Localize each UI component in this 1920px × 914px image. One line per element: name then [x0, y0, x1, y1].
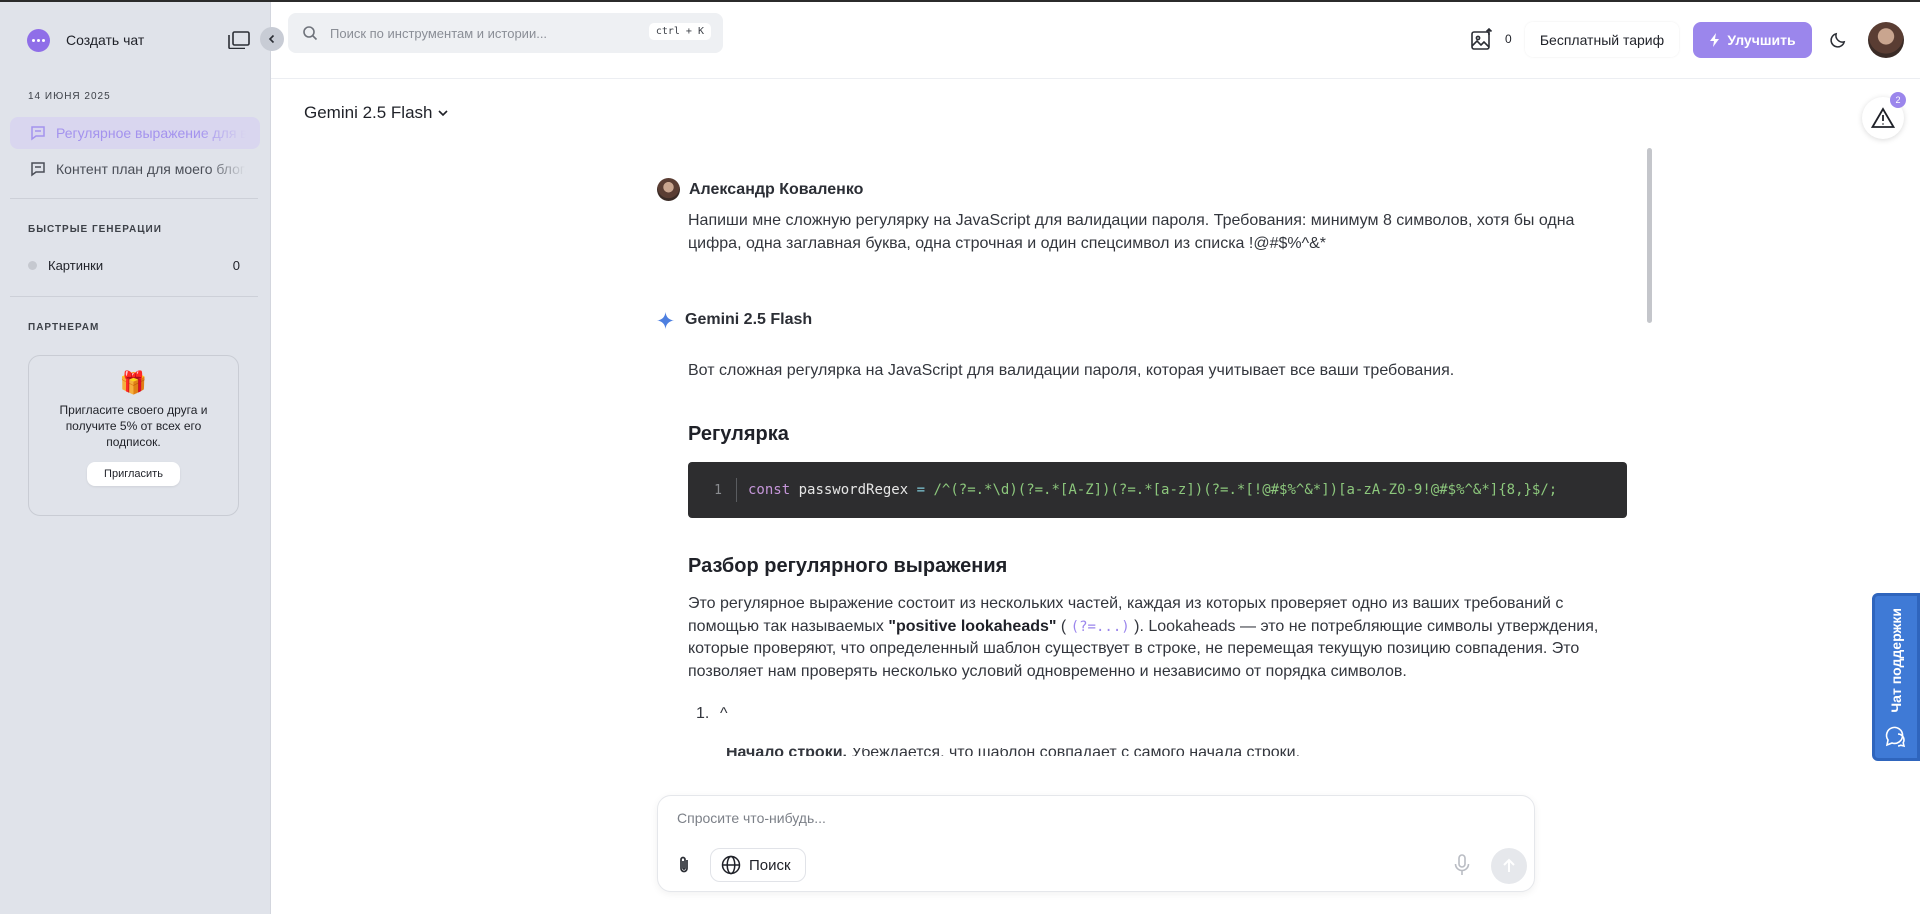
support-label: Чат поддержки — [1888, 608, 1904, 713]
chat-scrollbar[interactable] — [1647, 148, 1652, 323]
bot-intro: Вот сложная регулярка на JavaScript для … — [688, 362, 1455, 379]
upgrade-button[interactable]: Улучшить — [1693, 22, 1812, 58]
sidebar-chat-item[interactable]: Регулярное выражение для валидации парол… — [10, 117, 260, 149]
window-top-border — [0, 0, 1920, 2]
moon-icon[interactable] — [1829, 30, 1848, 49]
partners-title: ПАРТНЕРАМ — [28, 322, 100, 333]
explanation-paragraph: Это регулярное выражение состоит из неск… — [688, 593, 1608, 683]
alerts-badge: 2 — [1890, 92, 1906, 108]
plan-button[interactable]: Бесплатный тариф — [1525, 22, 1679, 57]
microphone-icon[interactable] — [1452, 854, 1472, 876]
sidebar: Создать чат 14 ИЮНЯ 2025 Регулярное выра… — [0, 2, 271, 914]
user-message-header: Александр Коваленко — [657, 178, 863, 201]
user-name: Александр Коваленко — [689, 180, 864, 198]
invite-button[interactable]: Пригласить — [87, 462, 180, 486]
chat-bubble-icon — [27, 28, 50, 52]
code-operator: = — [916, 482, 926, 498]
paperclip-icon[interactable] — [674, 855, 694, 875]
globe-icon — [721, 855, 741, 875]
clipped-list-line: Начало строки. Убеждается, что шаблон со… — [726, 748, 1426, 756]
message-input[interactable]: Спросите что-нибудь... — [677, 810, 826, 826]
divider — [10, 296, 258, 297]
search-placeholder: Поиск по инструментам и истории... — [330, 25, 548, 41]
search-icon — [303, 26, 318, 41]
gemini-sparkle-icon — [657, 311, 674, 329]
list-item: 1. ^ — [696, 705, 728, 723]
bold-term: Начало строки. — [726, 748, 847, 756]
sidebar-chat-item[interactable]: Контент план для моего блога — [10, 153, 260, 185]
chevron-down-icon — [437, 110, 448, 117]
section-heading: Разбор регулярного выражения — [688, 555, 1008, 577]
search-shortcut: ctrl + K — [648, 23, 711, 40]
message-icon — [31, 126, 45, 141]
chevron-left-icon — [268, 34, 275, 44]
model-label: Gemini 2.5 Flash — [304, 103, 433, 122]
chat-title: Контент план для моего блога — [56, 161, 246, 177]
gift-icon: 🎁 — [119, 370, 148, 395]
message-icon — [31, 162, 45, 177]
lightning-icon — [1710, 33, 1720, 47]
bold-term: "positive lookaheads" — [888, 617, 1057, 635]
list-number: 1. — [696, 705, 710, 722]
arrow-up-icon — [1503, 858, 1515, 872]
code-variable: passwordRegex — [798, 482, 909, 498]
upgrade-label: Улучшить — [1727, 32, 1796, 48]
inline-code: (?=...) — [1070, 618, 1130, 635]
send-button[interactable] — [1491, 848, 1527, 884]
header-divider — [271, 78, 1920, 79]
code-regex: /^(?=.*\d)(?=.*[A-Z])(?=.*[a-z])(?=.*[!@… — [933, 482, 1558, 498]
invite-text: Пригласите своего друга и получите 5% от… — [59, 403, 208, 449]
search-chip-label: Поиск — [749, 856, 791, 874]
support-chat-icon — [1885, 726, 1906, 748]
bot-message-header: Gemini 2.5 Flash — [657, 311, 812, 329]
status-dot — [28, 261, 37, 270]
quick-gen-count: 0 — [232, 258, 240, 273]
text-run: ( — [1056, 617, 1071, 635]
chat-title: Регулярное выражение для валидации парол… — [56, 125, 246, 141]
support-chat-tab[interactable]: Чат поддержки — [1872, 593, 1920, 761]
code-keyword: const — [748, 482, 791, 498]
list-item-text: ^ — [720, 705, 728, 722]
code-block: 1 const passwordRegex = /^(?=.*\d)(?=.*[… — [688, 462, 1627, 518]
warning-icon — [1871, 107, 1895, 128]
invite-card: 🎁 Пригласите своего друга и получите 5% … — [28, 355, 239, 516]
user-message-text: Напиши мне сложную регулярку на JavaScri… — [688, 212, 1575, 252]
collapse-sidebar-button[interactable] — [260, 27, 284, 51]
message-composer: Спросите что-нибудь... Поиск — [657, 795, 1535, 892]
bot-name: Gemini 2.5 Flash — [685, 311, 813, 328]
divider — [10, 198, 258, 199]
section-heading: Регулярка — [688, 423, 789, 445]
web-search-toggle[interactable]: Поиск — [710, 848, 806, 882]
quick-gen-label: Картинки — [48, 258, 104, 273]
folders-icon[interactable] — [228, 31, 250, 49]
avatar — [657, 178, 680, 201]
quick-gen-item-images[interactable]: Картинки 0 — [28, 258, 240, 273]
search-input[interactable]: Поиск по инструментам и истории... ctrl … — [288, 13, 723, 53]
text-run: Убеждается, что шаблон совпадает с самог… — [847, 748, 1300, 756]
model-selector[interactable]: Gemini 2.5 Flash — [304, 103, 449, 123]
quick-gen-title: БЫСТРЫЕ ГЕНЕРАЦИИ — [28, 224, 162, 235]
image-upload-icon[interactable] — [1470, 28, 1494, 52]
images-count: 0 — [1505, 32, 1512, 46]
chat-date-group: 14 ИЮНЯ 2025 — [28, 91, 111, 102]
user-avatar[interactable] — [1868, 22, 1904, 58]
code-gutter-divider — [736, 478, 737, 502]
code-line-number: 1 — [714, 482, 722, 498]
new-chat-label: Создать чат — [66, 32, 145, 48]
